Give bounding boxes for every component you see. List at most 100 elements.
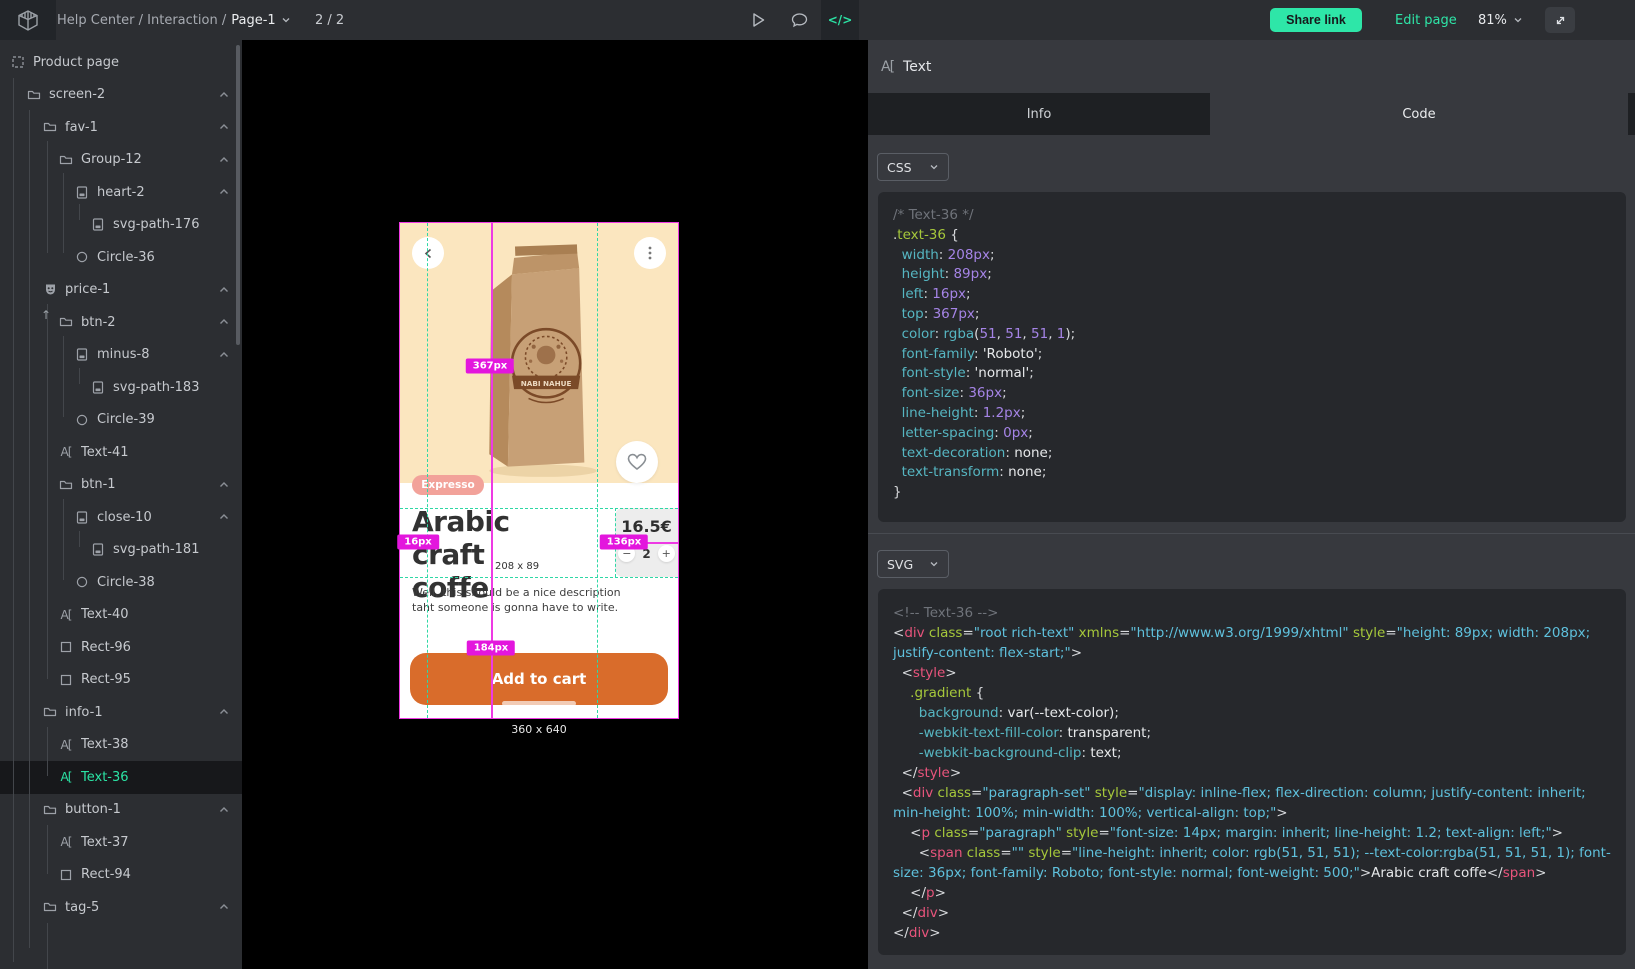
layer-label: screen-2 [49,87,105,102]
favorite-button[interactable] [616,441,658,483]
chevron-up-icon[interactable] [218,349,230,361]
tab-code[interactable]: Code [1210,93,1628,135]
layer-item-circle-38[interactable]: Circle-38 [0,566,242,599]
layer-item-group-12[interactable]: Group-12 [0,144,242,177]
layer-item-text-41[interactable]: A[Text-41 [0,436,242,469]
code-line: .gradient { [893,683,1611,703]
layer-item-rect-95[interactable]: Rect-95 [0,664,242,697]
chevron-down-icon [929,559,939,569]
layer-label: Text-40 [81,607,129,622]
code-line: justify-content: flex-start;"> [893,643,1611,663]
play-button[interactable] [739,0,777,40]
layer-item-close-10[interactable]: close-10 [0,501,242,534]
share-link-button[interactable]: Share link [1270,8,1362,32]
rect-icon [59,640,73,654]
minus-button[interactable]: − [618,545,635,562]
frame-icon [11,55,25,69]
product-tag[interactable]: Expresso [412,475,484,495]
svg-icon [91,543,105,557]
chevron-up-icon[interactable] [218,901,230,913]
sidebar-scrollbar[interactable] [236,45,240,345]
layer-item-svg-path-181[interactable]: svg-path-181 [0,534,242,567]
layer-item-rect-94[interactable]: Rect-94 [0,859,242,892]
fullscreen-button[interactable] [1545,7,1575,33]
chevron-up-icon[interactable] [218,89,230,101]
layer-item-text-40[interactable]: A[Text-40 [0,599,242,632]
chevron-up-icon[interactable] [218,706,230,718]
circle-icon [75,575,89,589]
layer-label: Circle-36 [97,250,155,265]
layer-label: Text-37 [81,835,129,850]
coffee-bag-image: NABI NAHUE [468,231,618,479]
layer-item-fav-1[interactable]: fav-1 [0,111,242,144]
layer-item-rect-96[interactable]: Rect-96 [0,631,242,664]
screen-size-label: 360 x 640 [400,723,678,736]
code-line: .text-36 { [893,226,1611,246]
breadcrumb[interactable]: Help Center / Interaction / Page-1 [57,0,291,40]
chevron-up-icon[interactable] [218,154,230,166]
svg-text:NABI NAHUE: NABI NAHUE [521,379,572,388]
css-format-dropdown[interactable]: CSS [877,153,949,181]
chevron-up-icon[interactable] [218,284,230,296]
layer-item-svg-path-183[interactable]: svg-path-183 [0,371,242,404]
layer-item-btn-1[interactable]: btn-1 [0,469,242,502]
code-mode-button[interactable]: </> [821,0,859,40]
back-button[interactable] [412,237,444,269]
text-icon: A[ [59,835,73,849]
layer-item-screen-2[interactable]: screen-2 [0,79,242,112]
layer-item-price-1[interactable]: price-1 [0,274,242,307]
text-icon: A[ [881,59,894,75]
code-line: <p class="paragraph" style="font-size: 1… [893,823,1611,843]
chevron-up-icon[interactable] [218,316,230,328]
layer-item-tag-5[interactable]: tag-5 [0,891,242,924]
layer-item-button-1[interactable]: button-1 [0,794,242,827]
quantity-value: 2 [642,547,650,561]
svg-format-dropdown[interactable]: SVG [877,550,949,578]
zoom-level-control[interactable]: 81% [1478,0,1523,40]
chevron-up-icon[interactable] [218,479,230,491]
layer-item-minus-8[interactable]: minus-8 [0,339,242,372]
chevron-up-icon[interactable] [218,121,230,133]
layer-item-circle-36[interactable]: Circle-36 [0,241,242,274]
layer-item-circle-39[interactable]: Circle-39 [0,404,242,437]
layer-label: Circle-38 [97,575,155,590]
mask-icon [43,283,57,297]
plus-button[interactable]: + [658,545,675,562]
app-logo[interactable] [0,0,56,40]
more-options-button[interactable] [634,237,666,269]
layer-label: Text-41 [81,445,129,460]
comment-button[interactable] [780,0,818,40]
description-line2: taht someone is gonna have to write. [412,601,618,614]
code-line: size: 36px; font-family: Roboto; font-st… [893,863,1611,883]
add-to-cart-button[interactable]: Add to cart [410,653,668,705]
chevron-up-icon[interactable] [218,804,230,816]
layer-item-text-38[interactable]: A[Text-38 [0,729,242,762]
tab-info[interactable]: Info [868,93,1210,135]
layer-item-heart-2[interactable]: heart-2 [0,176,242,209]
svg-icon [91,218,105,232]
code-line: <!-- Text-36 --> [893,603,1611,623]
layer-item-product page[interactable]: Product page [0,46,242,79]
code-line: <div class="root rich-text" xmlns="http:… [893,623,1611,643]
layer-item-text-36[interactable]: A[Text-36 [0,761,242,794]
svg-code-block[interactable]: <!-- Text-36 --><div class="root rich-te… [878,589,1626,955]
code-line: </style> [893,763,1611,783]
chevron-up-icon[interactable] [218,511,230,523]
edit-page-link[interactable]: Edit page [1395,0,1457,40]
phone-screen-frame[interactable]: NABI NAHUE Expresso Arabic craft coffe 2… [400,223,678,718]
inspector-header: A[ Text [881,52,931,82]
svg-icon [75,348,89,362]
layer-item-svg-path-176[interactable]: svg-path-176 [0,209,242,242]
layer-label: heart-2 [97,185,145,200]
chevron-up-icon[interactable] [218,186,230,198]
code-line: left: 16px; [893,285,1611,305]
play-icon [751,12,766,28]
layer-item-text-37[interactable]: A[ Text-37 [0,826,242,859]
layer-label: tag-5 [65,900,99,915]
layer-label: Rect-96 [81,640,131,655]
layer-item-btn-2[interactable]: btn-2 [0,306,242,339]
breadcrumb-current-page[interactable]: Page-1 [231,13,275,28]
design-canvas[interactable]: NABI NAHUE Expresso Arabic craft coffe 2… [242,40,868,969]
css-code-block[interactable]: /* Text-36 */.text-36 { width: 208px; he… [878,192,1626,522]
layer-item-info-1[interactable]: info-1 [0,696,242,729]
